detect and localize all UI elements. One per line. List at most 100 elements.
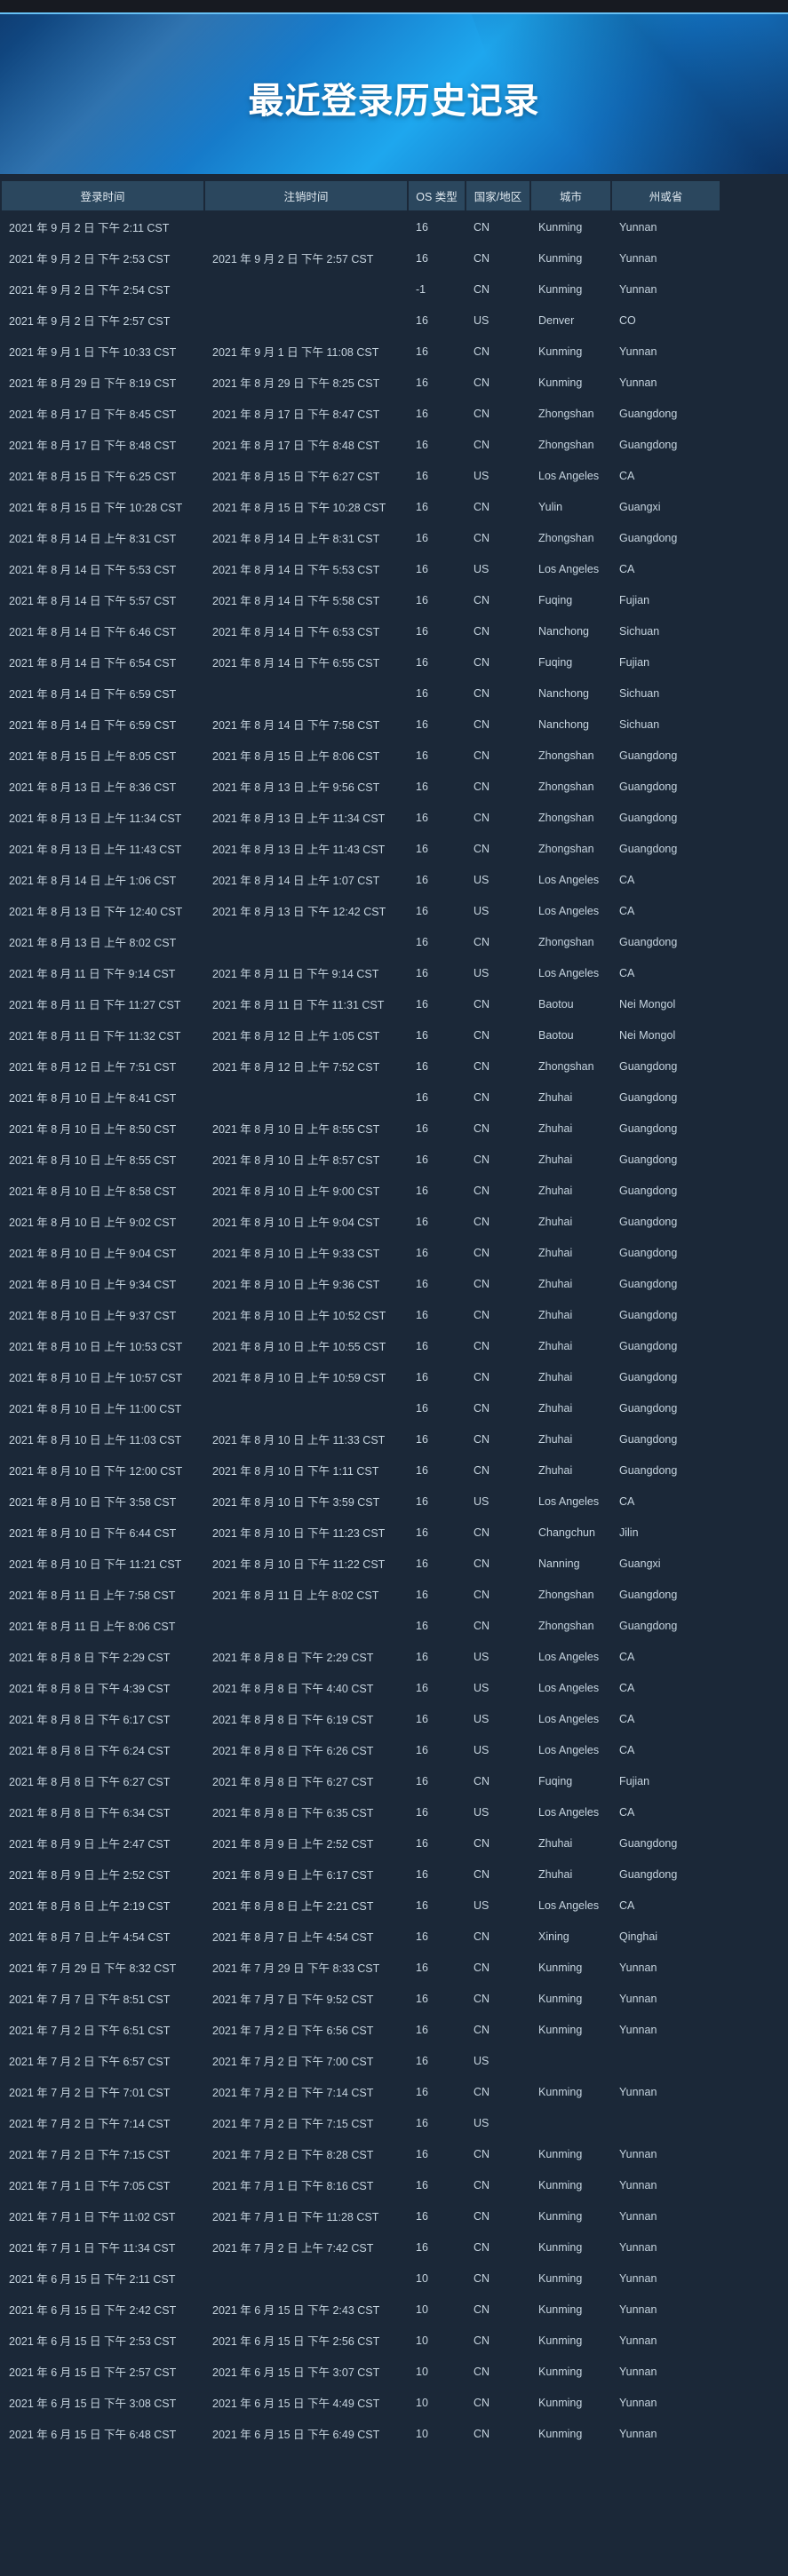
region-cell — [612, 2108, 720, 2137]
table-row: 2021 年 8 月 10 日 上午 8:50 CST 2021 年 8 月 10… — [2, 1114, 720, 1143]
login-time-cell: 2021 年 8 月 13 日 上午 11:34 CST — [9, 812, 182, 825]
city-cell: Kunming — [538, 251, 583, 265]
login-time-cell: 2021 年 8 月 12 日 上午 7:51 CST — [9, 1061, 177, 1074]
logout-time-cell: 2021 年 8 月 11 日 下午 9:14 CST — [212, 968, 379, 980]
table-row: 2021 年 8 月 9 日 上午 2:52 CST 2021 年 8 月 9 日… — [2, 1859, 720, 1889]
table-row: 2021 年 8 月 10 日 上午 9:37 CST 2021 年 8 月 10… — [2, 1300, 720, 1329]
region-cell: Nei Mongol — [619, 997, 676, 1011]
login-time-cell: 2021 年 8 月 8 日 上午 2:19 CST — [9, 1900, 171, 1913]
region-cell: Guangdong — [619, 780, 678, 793]
logout-time-cell — [205, 305, 407, 335]
country-cell: CN — [474, 1557, 490, 1570]
login-time-cell: 2021 年 8 月 8 日 下午 6:27 CST — [9, 1776, 171, 1788]
table-row: 2021 年 7 月 2 日 下午 6:51 CST 2021 年 7 月 2 日… — [2, 2015, 720, 2044]
city-cell: Los Angeles — [538, 469, 600, 482]
os-type-cell: 16 — [416, 1432, 428, 1446]
os-type-cell: 16 — [416, 1805, 428, 1819]
region-cell: Yunnan — [619, 2303, 657, 2316]
city-cell: Kunming — [538, 2085, 583, 2098]
logout-time-cell: 2021 年 8 月 14 日 下午 5:53 CST — [212, 564, 380, 576]
os-type-cell: 10 — [416, 2396, 428, 2409]
table-row: 2021 年 7 月 1 日 下午 11:02 CST 2021 年 7 月 1 … — [2, 2201, 720, 2231]
city-cell: Los Angeles — [538, 873, 600, 886]
login-time-cell: 2021 年 8 月 8 日 下午 6:34 CST — [9, 1807, 171, 1819]
city-cell: Denver — [538, 313, 575, 327]
os-type-cell: 16 — [416, 997, 428, 1011]
login-time-cell: 2021 年 8 月 17 日 下午 8:48 CST — [9, 440, 177, 452]
country-cell: US — [474, 873, 490, 886]
table-row: 2021 年 8 月 11 日 下午 9:14 CST 2021 年 8 月 11… — [2, 958, 720, 987]
logout-time-cell: 2021 年 8 月 10 日 下午 3:59 CST — [212, 1496, 380, 1509]
os-type-cell: 16 — [416, 1992, 428, 2005]
login-time-cell: 2021 年 8 月 10 日 下午 12:00 CST — [9, 1465, 183, 1478]
os-type-cell: 16 — [416, 500, 428, 513]
city-cell: Kunming — [538, 220, 583, 234]
city-cell — [531, 2046, 610, 2075]
region-cell: Guangxi — [619, 500, 661, 513]
city-cell: Xining — [538, 1930, 569, 1943]
login-time-cell: 2021 年 8 月 7 日 上午 4:54 CST — [9, 1931, 171, 1944]
login-time-cell: 2021 年 8 月 10 日 上午 9:34 CST — [9, 1279, 177, 1291]
logout-time-cell: 2021 年 7 月 2 日 下午 7:15 CST — [212, 2118, 374, 2130]
region-cell: Guangdong — [619, 1370, 678, 1383]
city-cell — [531, 2108, 610, 2137]
table-row: 2021 年 8 月 10 日 下午 11:21 CST 2021 年 8 月 1… — [2, 1549, 720, 1578]
logout-time-cell: 2021 年 9 月 1 日 下午 11:08 CST — [212, 346, 379, 359]
region-cell: CA — [619, 966, 635, 979]
logout-time-cell: 2021 年 8 月 10 日 上午 9:04 CST — [212, 1217, 380, 1229]
login-time-cell: 2021 年 8 月 13 日 下午 12:40 CST — [9, 906, 183, 918]
table-row: 2021 年 7 月 1 日 下午 11:34 CST 2021 年 7 月 2 … — [2, 2232, 720, 2262]
os-type-cell: 16 — [416, 1153, 428, 1166]
country-cell: CN — [474, 2023, 490, 2036]
country-cell: CN — [474, 1215, 490, 1228]
city-cell: Los Angeles — [538, 1805, 600, 1819]
logout-time-cell: 2021 年 6 月 15 日 下午 3:07 CST — [212, 2366, 380, 2379]
login-time-cell: 2021 年 8 月 14 日 下午 5:57 CST — [9, 595, 177, 607]
table-row: 2021 年 8 月 9 日 上午 2:47 CST 2021 年 8 月 9 日… — [2, 1828, 720, 1858]
city-cell: Los Angeles — [538, 1898, 600, 1912]
login-time-cell: 2021 年 8 月 11 日 下午 9:14 CST — [9, 968, 176, 980]
table-row: 2021 年 7 月 2 日 下午 7:14 CST 2021 年 7 月 2 日… — [2, 2108, 720, 2137]
logout-time-cell — [205, 274, 407, 304]
os-type-cell: 16 — [416, 531, 428, 544]
city-cell: Baotou — [538, 1028, 574, 1042]
city-cell: Los Angeles — [538, 1743, 600, 1756]
table-row: 2021 年 9 月 2 日 下午 2:53 CST 2021 年 9 月 2 日… — [2, 243, 720, 273]
os-type-cell: 16 — [416, 2054, 428, 2067]
city-cell: Zhuhai — [538, 1215, 573, 1228]
os-type-cell: 16 — [416, 1743, 428, 1756]
logout-time-cell: 2021 年 8 月 10 日 上午 9:33 CST — [212, 1248, 380, 1260]
os-type-cell: 16 — [416, 1557, 428, 1570]
region-cell: Jilin — [619, 1526, 639, 1539]
os-type-cell: 16 — [416, 1494, 428, 1508]
region-cell: Guangdong — [619, 1122, 678, 1135]
table-row: 2021 年 6 月 15 日 下午 6:48 CST 2021 年 6 月 15… — [2, 2419, 720, 2448]
region-cell: Yunnan — [619, 2396, 657, 2409]
os-type-cell: -1 — [416, 282, 426, 296]
logout-time-cell: 2021 年 8 月 14 日 下午 7:58 CST — [212, 719, 380, 732]
logout-time-cell: 2021 年 7 月 2 日 上午 7:42 CST — [212, 2242, 374, 2255]
region-cell: CA — [619, 1805, 635, 1819]
country-cell: CN — [474, 1184, 490, 1197]
city-cell: Fuqing — [538, 1774, 573, 1787]
table-row: 2021 年 8 月 13 日 上午 11:34 CST 2021 年 8 月 1… — [2, 803, 720, 832]
os-type-cell: 16 — [416, 1712, 428, 1725]
country-cell: CN — [474, 811, 490, 824]
country-cell: CN — [474, 780, 490, 793]
table-row: 2021 年 8 月 14 日 下午 5:57 CST 2021 年 8 月 14… — [2, 585, 720, 614]
table-row: 2021 年 8 月 13 日 上午 8:02 CST 16 CN Zhongshan… — [2, 927, 720, 956]
os-type-cell: 16 — [416, 1184, 428, 1197]
os-type-cell: 10 — [416, 2303, 428, 2316]
os-type-cell: 16 — [416, 407, 428, 420]
region-cell: Yunnan — [619, 2365, 657, 2378]
logout-time-cell: 2021 年 8 月 9 日 上午 2:52 CST — [212, 1838, 374, 1851]
login-time-cell: 2021 年 8 月 14 日 上午 8:31 CST — [9, 533, 177, 545]
header-login-time: 登录时间 — [2, 181, 203, 210]
logout-time-cell: 2021 年 7 月 1 日 下午 11:28 CST — [212, 2211, 379, 2223]
country-cell: US — [474, 2116, 490, 2129]
logout-time-cell: 2021 年 8 月 12 日 上午 1:05 CST — [212, 1030, 380, 1042]
os-type-cell: 16 — [416, 469, 428, 482]
city-cell: Zhongshan — [538, 1059, 594, 1073]
table-row: 2021 年 8 月 10 日 上午 9:04 CST 2021 年 8 月 10… — [2, 1238, 720, 1267]
os-type-cell: 16 — [416, 2178, 428, 2192]
